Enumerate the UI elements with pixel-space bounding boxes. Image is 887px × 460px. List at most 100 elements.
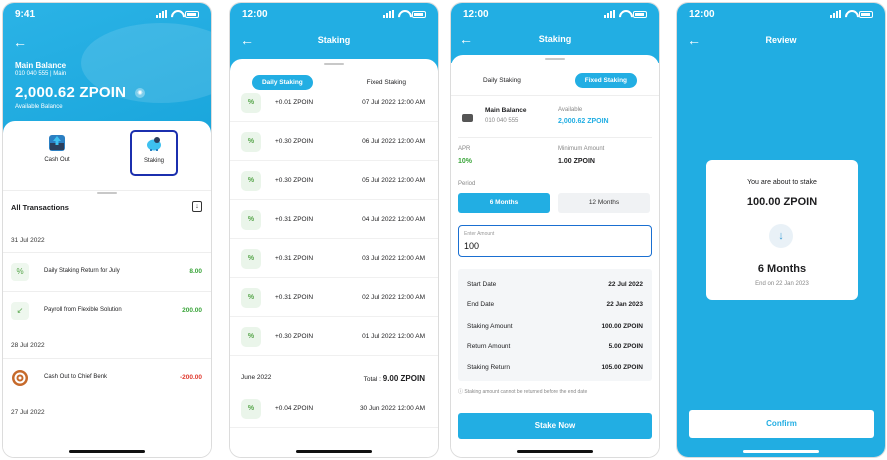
review-duration: 6 Months [757, 263, 807, 275]
sheet-grabber[interactable] [97, 192, 117, 194]
staking-row[interactable]: % +0.31 ZPOIN 04 Jul 2022 12:00 AM [230, 200, 438, 239]
status-bar: 12:00 [677, 3, 885, 25]
status-icons [156, 10, 199, 18]
bank-logo-icon [11, 369, 29, 387]
amount-input[interactable] [464, 241, 584, 251]
staking-summary: Start Date 22 Jul 2022 End Date 22 Jan 202… [458, 269, 652, 381]
percent-icon: % [11, 263, 29, 281]
phone-home: 9:41 ← Main Balance 010 040 555 | Main 2… [2, 2, 212, 458]
transaction-row[interactable]: Cash Out to Chief Benk -200.00 [3, 358, 211, 394]
cash-out-button[interactable]: Cash Out [33, 135, 81, 177]
signal-icon [830, 10, 841, 18]
staking-amount: +0.30 ZPOIN [275, 138, 314, 145]
staking-date: 06 Jul 2022 12:00 AM [362, 138, 425, 145]
staking-row[interactable]: % +0.30 ZPOIN 05 Jul 2022 12:00 AM [230, 161, 438, 200]
wifi-icon [398, 10, 408, 18]
review-card: You are about to stake 100.00 ZPOIN ↓ 6 … [706, 160, 858, 300]
phone-fixed-staking: 12:00 ← Staking Daily Staking Fixed Stak… [450, 2, 660, 458]
wallet-number: 010 040 555 [485, 118, 519, 124]
signal-icon [604, 10, 615, 18]
staking-label: Staking [143, 158, 164, 164]
stake-now-button[interactable]: Stake Now [458, 413, 652, 439]
month-total-value: 9.00 ZPOIN [382, 374, 425, 383]
tab-fixed-staking[interactable]: Fixed Staking [574, 73, 638, 88]
tab-daily-staking[interactable]: Daily Staking [473, 73, 531, 88]
signal-icon [383, 10, 394, 18]
sheet-grabber[interactable] [545, 58, 565, 60]
staking-amount: +0.30 ZPOIN [275, 177, 314, 184]
staking-tabs: Daily Staking Fixed Staking [451, 73, 659, 88]
transaction-row[interactable]: ↙ Payroll from Flexible Solution 200.00 [3, 291, 211, 327]
transaction-amount: 8.00 [189, 268, 202, 275]
summary-value: 105.00 ZPOIN [601, 364, 643, 371]
date-header: 27 Jul 2022 [11, 409, 45, 416]
stage: 9:41 ← Main Balance 010 040 555 | Main 2… [0, 0, 887, 460]
percent-icon: % [241, 132, 261, 152]
account-line: 010 040 555 | Main [15, 71, 67, 77]
transaction-row[interactable]: % Daily Staking Return for July 8.00 [3, 252, 211, 288]
signal-icon [156, 10, 167, 18]
home-indicator [296, 450, 372, 453]
back-arrow-icon[interactable]: ← [13, 34, 27, 50]
summary-key: Staking Amount [467, 323, 513, 330]
summary-value: 22 Jan 2023 [606, 301, 643, 308]
staking-row[interactable]: % +0.04 ZPOIN 30 Jun 2022 12:00 AM [230, 389, 438, 428]
staking-row[interactable]: % +0.31 ZPOIN 02 Jul 2022 12:00 AM [230, 278, 438, 317]
staking-date: 02 Jul 2022 12:00 AM [362, 294, 425, 301]
percent-icon: % [241, 399, 261, 419]
review-end-date: End on 22 Jan 2023 [755, 281, 809, 287]
summary-row: End Date 22 Jan 2023 [458, 295, 652, 315]
status-time: 12:00 [242, 8, 268, 20]
transaction-label: Daily Staking Return for July [44, 268, 120, 274]
summary-value: 22 Jul 2022 [608, 281, 643, 288]
period-12-months[interactable]: 12 Months [558, 193, 650, 213]
wifi-icon [619, 10, 629, 18]
percent-icon: % [241, 171, 261, 191]
transaction-amount: -200.00 [179, 374, 202, 381]
all-transactions-title: All Transactions [11, 203, 69, 212]
summary-key: Return Amount [467, 343, 511, 350]
staking-row[interactable]: % +0.31 ZPOIN 03 Jul 2022 12:00 AM [230, 239, 438, 278]
month-total: Total : 9.00 ZPOIN [364, 374, 425, 383]
staking-amount: +0.30 ZPOIN [275, 333, 314, 340]
wallet-title: Main Balance [485, 107, 527, 114]
confirm-button[interactable]: Confirm [689, 410, 874, 438]
download-icon[interactable]: ↓ [192, 201, 202, 212]
sheet-grabber[interactable] [324, 63, 344, 65]
page-title: Staking [317, 35, 351, 45]
staking-button[interactable]: Staking [130, 130, 178, 176]
transaction-amount: 200.00 [182, 307, 202, 314]
month-total-label: Total : [363, 376, 381, 383]
page-title: Review [765, 35, 797, 45]
status-icons [604, 10, 647, 18]
arrow-down-icon: ↓ [769, 224, 793, 248]
summary-row: Start Date 22 Jul 2022 [458, 275, 652, 295]
battery-icon [633, 10, 647, 18]
piggy-bank-icon [146, 136, 162, 152]
period-label: Period [458, 181, 476, 187]
divider [458, 137, 652, 138]
staking-row[interactable]: % +0.30 ZPOIN 06 Jul 2022 12:00 AM [230, 122, 438, 161]
balance-title: Main Balance [15, 61, 67, 70]
date-header: 31 Jul 2022 [11, 237, 45, 244]
status-icons [383, 10, 426, 18]
percent-icon: % [241, 288, 261, 308]
period-6-months[interactable]: 6 Months [458, 193, 550, 213]
summary-key: End Date [467, 301, 495, 308]
min-amount-value: 1.00 ZPOIN [558, 158, 595, 165]
summary-key: Staking Return [467, 364, 510, 371]
amount-field[interactable]: Enter Amount [458, 225, 652, 257]
staking-date: 03 Jul 2022 12:00 AM [362, 255, 425, 262]
status-time: 12:00 [463, 8, 489, 20]
battery-icon [859, 10, 873, 18]
staking-date: 04 Jul 2022 12:00 AM [362, 216, 425, 223]
home-indicator [517, 450, 593, 453]
review-about: You are about to stake [747, 179, 817, 186]
hide-balance-icon[interactable]: ◉ [135, 88, 145, 98]
status-bar: 12:00 [451, 3, 659, 25]
staking-date: 05 Jul 2022 12:00 AM [362, 177, 425, 184]
wifi-icon [171, 10, 181, 18]
staking-row[interactable]: % +0.30 ZPOIN 01 Jul 2022 12:00 AM [230, 317, 438, 356]
staking-row[interactable]: % +0.01 ZPOIN 07 Jul 2022 12:00 AM [230, 83, 438, 122]
home-indicator [743, 450, 819, 453]
